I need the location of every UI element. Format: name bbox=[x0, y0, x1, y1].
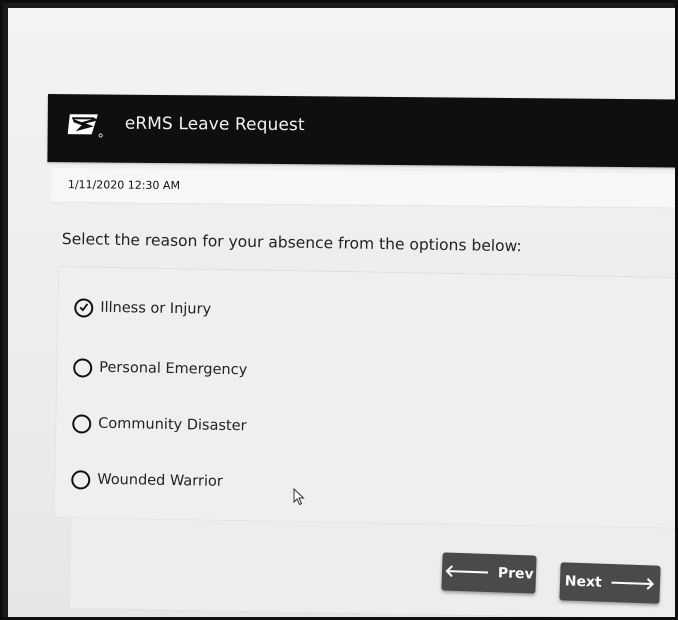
radio-unchecked-icon[interactable] bbox=[71, 469, 91, 490]
timestamp-bar: 1/11/2020 12:30 AM bbox=[51, 168, 678, 209]
option-wounded-warrior[interactable]: Wounded Warrior bbox=[71, 467, 223, 494]
option-label: Illness or Injury bbox=[100, 299, 212, 318]
arrow-left-icon: 🡐 bbox=[444, 560, 491, 583]
radio-unchecked-icon[interactable] bbox=[73, 357, 93, 378]
reason-options-panel: Illness or Injury Personal Emergency Com… bbox=[53, 266, 678, 530]
radio-checked-icon[interactable] bbox=[74, 297, 94, 318]
app-header: eRMS Leave Request bbox=[47, 94, 678, 168]
prev-button-label: Prev bbox=[497, 565, 534, 583]
app-title: eRMS Leave Request bbox=[124, 113, 305, 136]
checkmark-icon bbox=[79, 302, 89, 312]
option-community-disaster[interactable]: Community Disaster bbox=[72, 411, 247, 438]
app-screen: eRMS Leave Request 1/11/2020 12:30 AM Se… bbox=[8, 8, 678, 620]
option-illness-or-injury[interactable]: Illness or Injury bbox=[74, 295, 211, 321]
radio-unchecked-icon[interactable] bbox=[72, 413, 92, 434]
option-personal-emergency[interactable]: Personal Emergency bbox=[73, 355, 247, 382]
prev-button[interactable]: 🡐 Prev bbox=[441, 552, 537, 594]
next-button[interactable]: Next 🡒 bbox=[559, 562, 661, 604]
timestamp: 1/11/2020 12:30 AM bbox=[67, 178, 181, 193]
question-prompt: Select the reason for your absence from … bbox=[61, 230, 522, 256]
arrow-right-icon: 🡒 bbox=[609, 572, 656, 595]
option-label: Wounded Warrior bbox=[97, 471, 223, 490]
next-button-label: Next bbox=[564, 573, 602, 591]
eagle-logo-icon bbox=[67, 114, 103, 138]
mouse-pointer-icon bbox=[293, 488, 305, 506]
option-label: Community Disaster bbox=[98, 415, 247, 435]
option-label: Personal Emergency bbox=[99, 359, 248, 379]
